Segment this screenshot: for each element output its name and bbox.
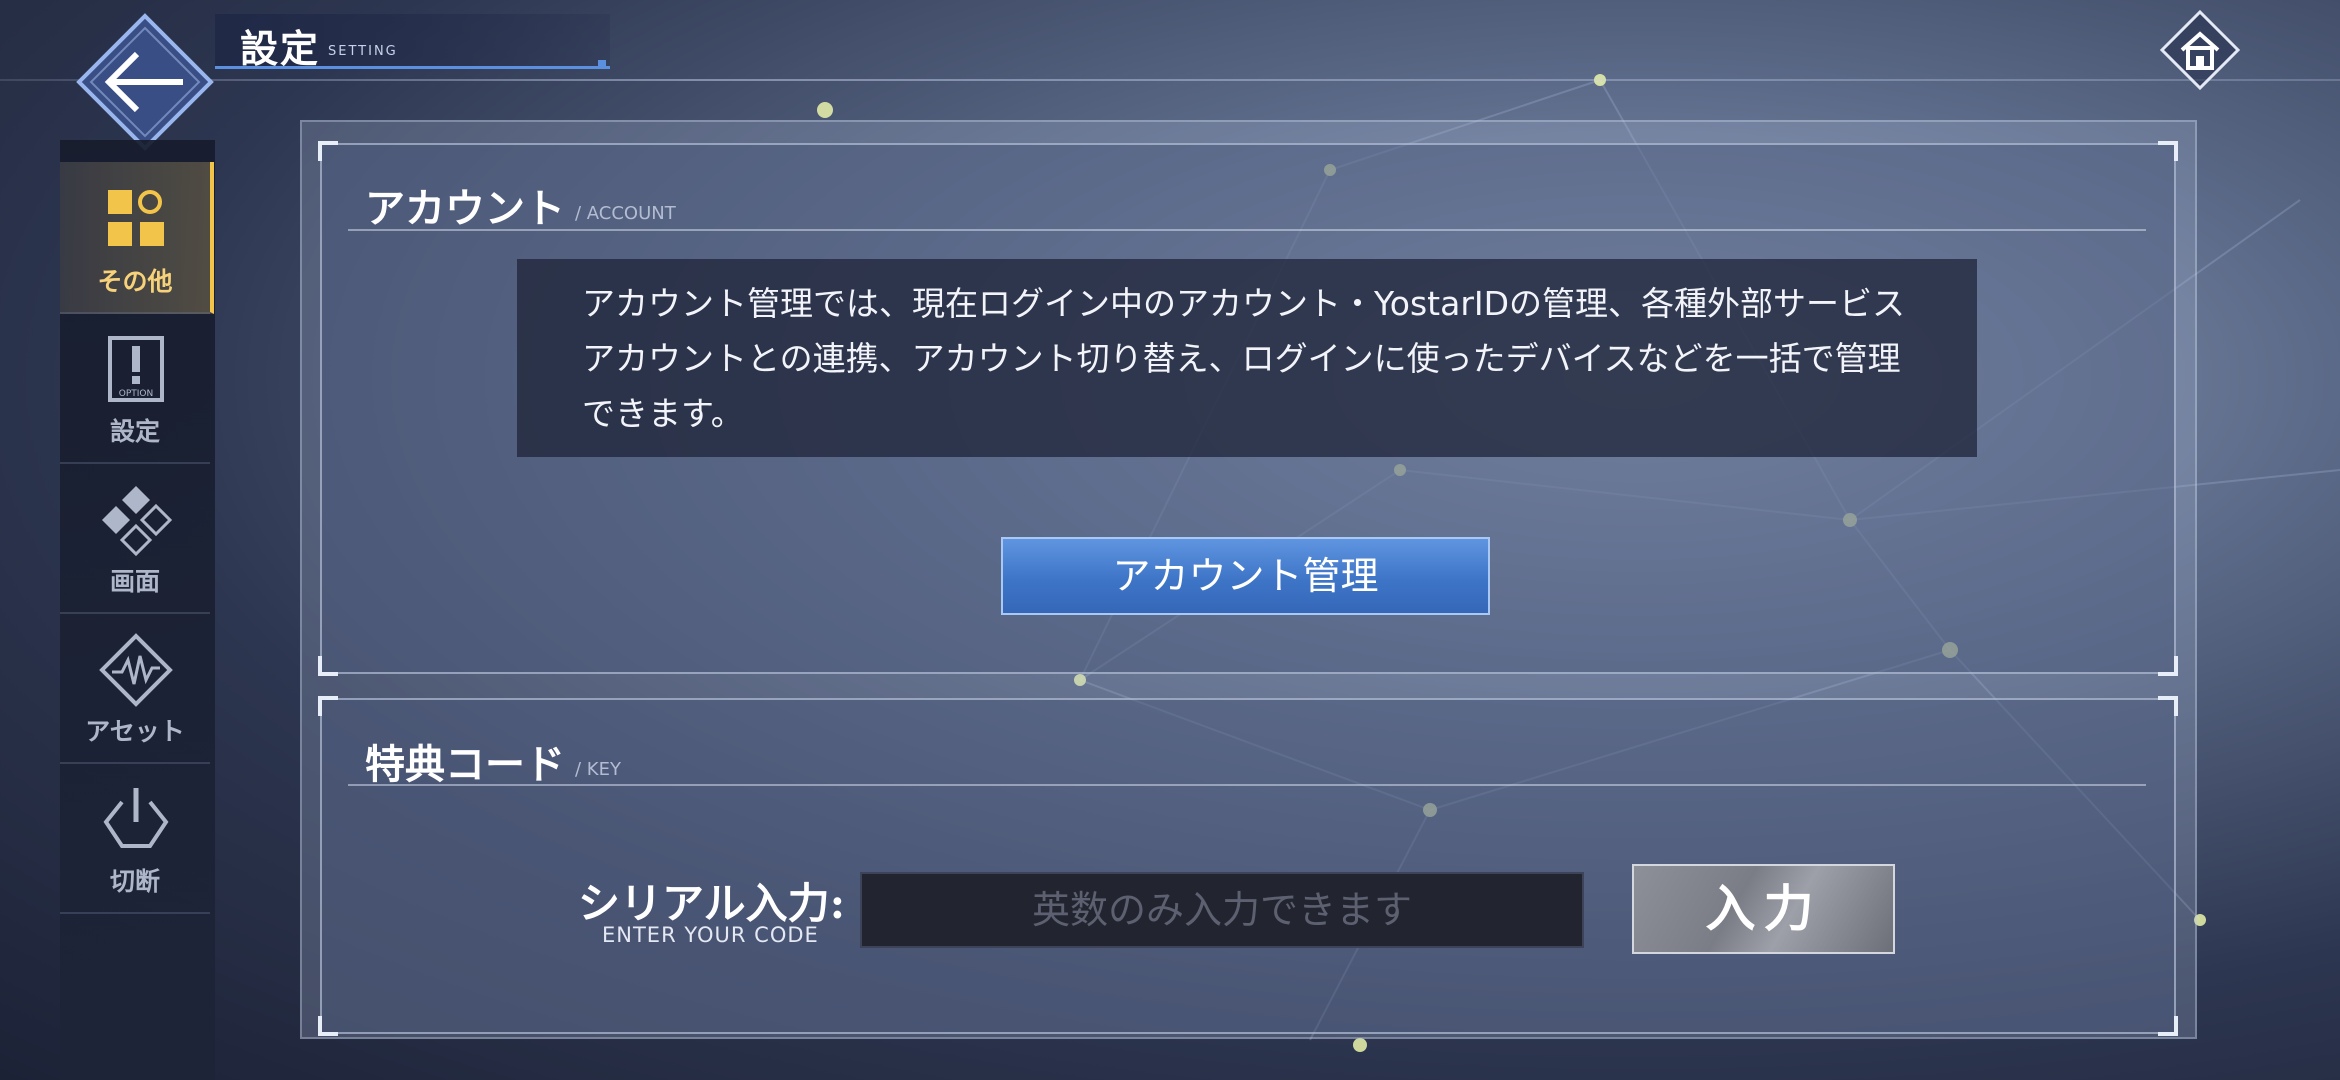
sidebar: その他 OPTION 設定 画面 アセット 切断 bbox=[60, 140, 215, 1080]
sidebar-item-label: その他 bbox=[97, 267, 173, 296]
corner-mark bbox=[318, 696, 338, 716]
key-panel bbox=[318, 696, 2178, 1036]
key-section-subtitle: / KEY bbox=[575, 759, 621, 780]
sidebar-item-screen[interactable]: 画面 bbox=[60, 462, 210, 614]
account-description: アカウント管理では、現在ログイン中のアカウント・YostarIDの管理、各種外部… bbox=[582, 284, 1906, 433]
sidebar-item-disconnect[interactable]: 切断 bbox=[60, 762, 210, 914]
asset-waveform-icon bbox=[99, 633, 173, 707]
key-divider bbox=[348, 784, 2146, 786]
sidebar-item-label: 画面 bbox=[109, 567, 160, 596]
grid-shapes-icon bbox=[108, 190, 164, 246]
corner-mark bbox=[2158, 656, 2178, 676]
corner-mark bbox=[318, 1016, 338, 1036]
corner-mark bbox=[318, 141, 338, 161]
diamond-screen-icon bbox=[102, 486, 173, 557]
back-button[interactable] bbox=[75, 12, 215, 152]
corner-mark bbox=[2158, 1016, 2178, 1036]
sidebar-item-label: アセット bbox=[85, 717, 185, 746]
home-button[interactable] bbox=[2158, 8, 2242, 92]
option-icon: OPTION bbox=[108, 336, 164, 402]
corner-mark bbox=[318, 656, 338, 676]
account-section-subtitle: / ACCOUNT bbox=[575, 203, 676, 224]
account-divider bbox=[348, 229, 2146, 231]
sidebar-item-settings[interactable]: OPTION 設定 bbox=[60, 312, 210, 464]
serial-code-input[interactable] bbox=[860, 872, 1584, 948]
header-divider bbox=[0, 79, 2340, 81]
page-title: 設定 bbox=[240, 27, 321, 71]
sidebar-item-asset[interactable]: アセット bbox=[60, 612, 210, 764]
power-icon bbox=[103, 788, 169, 848]
corner-mark bbox=[2158, 696, 2178, 716]
home-icon bbox=[2159, 9, 2241, 91]
sidebar-item-label: 切断 bbox=[109, 867, 160, 896]
sidebar-item-label: 設定 bbox=[109, 417, 160, 446]
corner-mark bbox=[2158, 141, 2178, 161]
serial-input-label: シリアル入力: bbox=[578, 879, 846, 928]
serial-input-sublabel: ENTER YOUR CODE bbox=[602, 923, 819, 947]
arrow-left-icon bbox=[76, 13, 214, 151]
account-management-button[interactable]: アカウント管理 bbox=[1001, 537, 1490, 615]
option-icon-text: OPTION bbox=[119, 389, 153, 399]
page-subtitle: SETTING bbox=[328, 44, 398, 59]
account-section-title: アカウント bbox=[365, 185, 565, 232]
enter-code-button[interactable]: 入力 bbox=[1632, 864, 1895, 954]
title-accent bbox=[598, 60, 606, 68]
sidebar-item-other[interactable]: その他 bbox=[60, 162, 214, 314]
key-section-title: 特典コード bbox=[365, 741, 565, 788]
